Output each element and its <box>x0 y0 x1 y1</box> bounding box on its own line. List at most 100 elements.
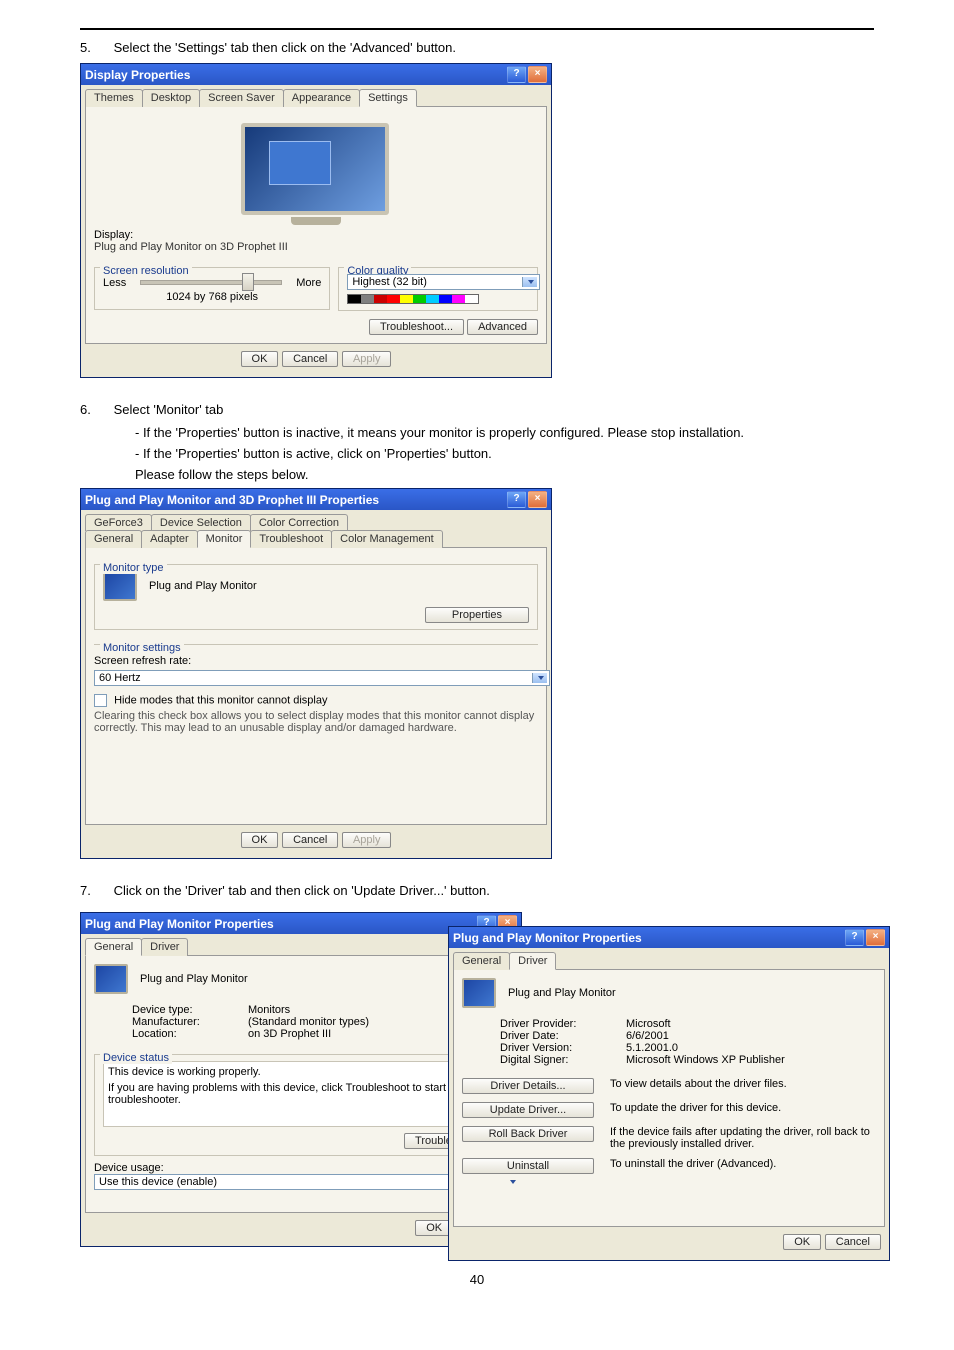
tab-general[interactable]: General <box>85 530 142 548</box>
cancel-button[interactable]: Cancel <box>282 351 338 367</box>
tabs: Themes Desktop Screen Saver Appearance S… <box>85 89 547 107</box>
manufacturer-label: Manufacturer: <box>132 1016 242 1028</box>
driver-details-text: To view details about the driver files. <box>610 1078 876 1090</box>
device-status-text: This device is working properly. <box>108 1066 494 1078</box>
cancel-button[interactable]: Cancel <box>282 832 338 848</box>
tab-settings[interactable]: Settings <box>359 89 417 107</box>
device-type-label: Device type: <box>132 1004 242 1016</box>
monitor-icon <box>94 964 128 994</box>
display-properties-titlebar: Display Properties ? × <box>81 64 551 85</box>
color-quality-select[interactable]: Highest (32 bit) <box>347 274 540 290</box>
step-6-line3: Please follow the steps below. <box>135 467 874 482</box>
tab-themes[interactable]: Themes <box>85 89 143 107</box>
digital-signer-label: Digital Signer: <box>500 1054 620 1066</box>
driver-version-label: Driver Version: <box>500 1042 620 1054</box>
window-title: Plug and Play Monitor Properties <box>453 931 642 945</box>
help-icon[interactable]: ? <box>507 491 526 508</box>
more-label: More <box>296 277 321 289</box>
device-status-label: Device status <box>100 1052 172 1064</box>
tab-general[interactable]: General <box>453 952 510 970</box>
monitor-settings-label: Monitor settings <box>100 642 184 654</box>
location-value: on 3D Prophet III <box>248 1028 331 1040</box>
tab-driver[interactable]: Driver <box>509 952 556 970</box>
window-title: Display Properties <box>85 68 190 82</box>
tab-troubleshoot[interactable]: Troubleshoot <box>250 530 332 548</box>
apply-button[interactable]: Apply <box>342 351 392 367</box>
uninstall-text: To uninstall the driver (Advanced). <box>610 1158 876 1170</box>
rollback-driver-button[interactable]: Roll Back Driver <box>462 1126 594 1142</box>
tab-desktop[interactable]: Desktop <box>142 89 200 107</box>
ok-button[interactable]: OK <box>783 1234 821 1250</box>
tab-screensaver[interactable]: Screen Saver <box>199 89 284 107</box>
advanced-button[interactable]: Advanced <box>467 319 538 335</box>
uninstall-button[interactable]: Uninstall <box>462 1158 594 1174</box>
display-properties-window: Display Properties ? × Themes Desktop Sc… <box>80 63 552 378</box>
device-name: Plug and Play Monitor <box>140 973 248 985</box>
help-icon[interactable]: ? <box>507 66 526 83</box>
display-value: Plug and Play Monitor on 3D Prophet III <box>94 241 538 253</box>
less-label: Less <box>103 277 126 289</box>
driver-date-label: Driver Date: <box>500 1030 620 1042</box>
step-6-text: Select 'Monitor' tab <box>114 402 224 417</box>
close-icon[interactable]: × <box>528 491 547 508</box>
help-icon[interactable]: ? <box>845 929 864 946</box>
step-6-line2: - If the 'Properties' button is active, … <box>135 446 874 461</box>
pnp-driver-titlebar: Plug and Play Monitor Properties ? × <box>449 927 889 948</box>
update-driver-text: To update the driver for this device. <box>610 1102 876 1114</box>
device-name: Plug and Play Monitor <box>508 987 616 999</box>
tab-adapter[interactable]: Adapter <box>141 530 198 548</box>
ok-button[interactable]: OK <box>241 832 279 848</box>
tab-monitor[interactable]: Monitor <box>197 530 252 548</box>
page-number: 40 <box>80 1272 874 1287</box>
resolution-value: 1024 by 768 pixels <box>103 291 321 303</box>
monitor-properties-window: Plug and Play Monitor and 3D Prophet III… <box>80 488 552 859</box>
tab-driver[interactable]: Driver <box>141 938 188 956</box>
monitor-type-label: Monitor type <box>100 562 167 574</box>
location-label: Location: <box>132 1028 242 1040</box>
tab-geforce3[interactable]: GeForce3 <box>85 514 152 531</box>
device-status-box: This device is working properly. If you … <box>103 1061 499 1127</box>
hide-modes-hint: Clearing this check box allows you to se… <box>94 710 538 734</box>
monitor-icon <box>103 571 137 601</box>
rollback-driver-text: If the device fails after updating the d… <box>610 1126 876 1150</box>
update-driver-button[interactable]: Update Driver... <box>462 1102 594 1118</box>
device-status-help: If you are having problems with this dev… <box>108 1082 494 1106</box>
monitor-type-value: Plug and Play Monitor <box>149 580 257 592</box>
apply-button[interactable]: Apply <box>342 832 392 848</box>
close-icon[interactable]: × <box>866 929 885 946</box>
window-title: Plug and Play Monitor and 3D Prophet III… <box>85 493 379 507</box>
pnp-driver-window: Plug and Play Monitor Properties ? × Gen… <box>448 926 890 1261</box>
refresh-rate-select[interactable]: 60 Hertz <box>94 670 550 686</box>
tab-device-selection[interactable]: Device Selection <box>151 514 251 531</box>
tab-appearance[interactable]: Appearance <box>283 89 360 107</box>
tab-color-correction[interactable]: Color Correction <box>250 514 348 531</box>
step-5: 5. Select the 'Settings' tab then click … <box>80 40 874 55</box>
tab-color-management[interactable]: Color Management <box>331 530 443 548</box>
tab-general[interactable]: General <box>85 938 142 956</box>
step-6-line1: - If the 'Properties' button is inactive… <box>135 425 874 440</box>
resolution-slider[interactable] <box>140 280 282 285</box>
digital-signer-value: Microsoft Windows XP Publisher <box>626 1054 785 1066</box>
step-7-text: Click on the 'Driver' tab and then click… <box>114 883 490 898</box>
step-5-num: 5. <box>80 40 110 55</box>
ok-button[interactable]: OK <box>241 351 279 367</box>
cancel-button[interactable]: Cancel <box>825 1234 881 1250</box>
manufacturer-value: (Standard monitor types) <box>248 1016 369 1028</box>
step-5-text: Select the 'Settings' tab then click on … <box>114 40 456 55</box>
properties-button[interactable]: Properties <box>425 607 529 623</box>
monitor-properties-titlebar: Plug and Play Monitor and 3D Prophet III… <box>81 489 551 510</box>
step-7: 7. Click on the 'Driver' tab and then cl… <box>80 883 874 898</box>
step-6-num: 6. <box>80 402 110 417</box>
step-7-num: 7. <box>80 883 110 898</box>
driver-details-button[interactable]: Driver Details... <box>462 1078 594 1094</box>
driver-version-value: 5.1.2001.0 <box>626 1042 678 1054</box>
hide-modes-checkbox[interactable] <box>94 694 107 707</box>
refresh-rate-label: Screen refresh rate: <box>94 655 538 667</box>
troubleshoot-button[interactable]: Troubleshoot... <box>369 319 464 335</box>
display-label: Display: <box>94 229 538 241</box>
close-icon[interactable]: × <box>528 66 547 83</box>
window-title: Plug and Play Monitor Properties <box>85 917 274 931</box>
driver-provider-value: Microsoft <box>626 1018 671 1030</box>
driver-provider-label: Driver Provider: <box>500 1018 620 1030</box>
device-type-value: Monitors <box>248 1004 290 1016</box>
